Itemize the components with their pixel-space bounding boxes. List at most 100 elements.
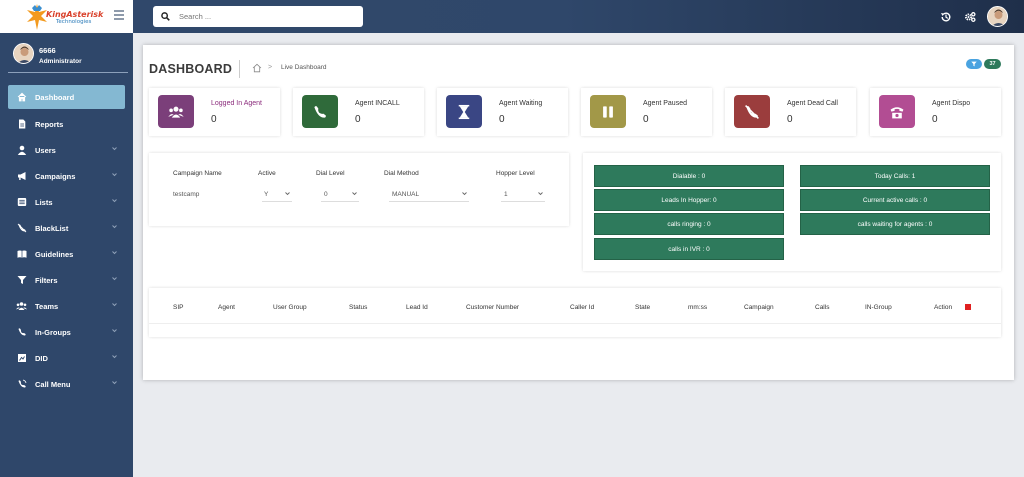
stat-calls-ringing: calls ringing : 0 — [594, 213, 784, 235]
column-header: Action — [934, 304, 953, 311]
sidebar-item-dashboard[interactable]: Dashboard — [8, 85, 125, 109]
sidebar-item-blacklist[interactable]: BlackList — [8, 215, 125, 241]
brand-name: KingAsterisk — [46, 10, 104, 19]
card-value: 0 — [787, 114, 793, 125]
dial-method-select[interactable]: MANUAL — [389, 187, 469, 202]
campaign-table: Campaign Name Active Dial Level Dial Met… — [149, 153, 569, 226]
chevron-down-icon — [112, 147, 117, 151]
home-icon[interactable] — [252, 63, 262, 73]
chevron-down-icon — [285, 192, 290, 196]
dial-level-select[interactable]: 0 — [321, 187, 359, 202]
chevron-down-icon — [352, 192, 357, 196]
column-header: Active — [258, 170, 276, 177]
stat-calls-waiting: calls waiting for agents : 0 — [800, 213, 990, 235]
column-header: Lead Id — [406, 304, 428, 311]
sidebar-item-label: Reports — [35, 119, 64, 129]
divider — [149, 323, 1001, 324]
main-panel: DASHBOARD > Live Dashboard 37 Logged In … — [143, 45, 1014, 380]
card-agent-incall[interactable]: Agent INCALL 0 — [293, 88, 424, 136]
stat-today-calls: Today Calls: 1 — [800, 165, 990, 187]
search-input[interactable] — [179, 9, 359, 24]
sidebar-item-label: Filters — [35, 275, 58, 285]
sidebar-item-filters[interactable]: Filters — [8, 267, 125, 293]
live-calls-table: SIP Agent User Group Status Lead Id Cust… — [149, 288, 1001, 337]
card-agent-waiting[interactable]: Agent Waiting 0 — [437, 88, 568, 136]
avatar — [13, 43, 34, 64]
card-agent-dead-call[interactable]: Agent Dead Call 0 — [725, 88, 856, 136]
settings-cogs-icon[interactable] — [964, 11, 976, 23]
sidebar-item-label: Campaigns — [35, 171, 76, 181]
phone-icon — [302, 95, 338, 128]
sidebar-item-campaigns[interactable]: Campaigns — [8, 163, 125, 189]
card-label: Agent Waiting — [499, 100, 543, 107]
chevron-down-icon — [112, 277, 117, 281]
chevron-down-icon — [112, 303, 117, 307]
bullhorn-icon — [16, 171, 27, 182]
column-header: Agent — [218, 304, 235, 311]
sidebar-item-lists[interactable]: Lists — [8, 189, 125, 215]
chevron-down-icon — [112, 199, 117, 203]
filter-icon — [971, 61, 977, 67]
telephone-icon — [879, 95, 915, 128]
card-agent-paused[interactable]: Agent Paused 0 — [581, 88, 712, 136]
hopper-level-select[interactable]: 1 — [501, 187, 545, 202]
logo[interactable]: KingAsterisk Technologies — [0, 0, 133, 33]
sidebar-item-label: Users — [35, 145, 56, 155]
card-label: Agent INCALL — [355, 100, 400, 107]
history-icon[interactable] — [940, 11, 952, 23]
sidebar-item-guidelines[interactable]: Guidelines — [8, 241, 125, 267]
column-header: Customer Number — [466, 304, 520, 311]
sidebar-item-did[interactable]: DID — [8, 345, 125, 371]
call-menu-icon — [16, 379, 27, 390]
profile-avatar[interactable] — [987, 6, 1008, 27]
filter-count-badge[interactable]: 37 — [984, 59, 1001, 69]
chevron-down-icon — [112, 355, 117, 359]
phone-icon — [16, 327, 27, 338]
column-header: Campaign — [744, 304, 774, 311]
sidebar-item-label: Call Menu — [35, 379, 71, 389]
chevron-down-icon — [462, 192, 467, 196]
chevron-down-icon — [538, 192, 543, 196]
sidebar-item-label: BlackList — [35, 223, 69, 233]
search-box — [153, 6, 363, 27]
list-icon — [16, 197, 27, 208]
user-icon — [16, 145, 27, 156]
sidebar-item-in-groups[interactable]: In-Groups — [8, 319, 125, 345]
card-value: 0 — [643, 114, 649, 125]
stat-calls-in-ivr: calls in IVR : 0 — [594, 238, 784, 260]
menu-toggle-icon[interactable] — [114, 10, 124, 20]
sidebar-item-label: Teams — [35, 301, 59, 311]
sidebar: 6666 Administrator Dashboard Reports Use… — [0, 33, 133, 477]
pause-icon — [590, 95, 626, 128]
chevron-down-icon — [112, 329, 117, 333]
dial-method-value: MANUAL — [392, 190, 420, 198]
card-agent-dispo[interactable]: Agent Dispo 0 — [870, 88, 1001, 136]
card-label: Agent Dispo — [932, 100, 971, 107]
filter-button[interactable] — [966, 59, 982, 69]
sidebar-item-users[interactable]: Users — [8, 137, 125, 163]
card-logged-in-agent[interactable]: Logged In Agent 0 — [149, 88, 280, 136]
hourglass-icon — [446, 95, 482, 128]
title-divider — [239, 60, 240, 78]
card-label: Agent Paused — [643, 100, 687, 107]
sidebar-item-label: Guidelines — [35, 249, 74, 259]
action-indicator[interactable] — [965, 304, 971, 310]
column-header: State — [635, 304, 651, 311]
users-icon — [158, 95, 194, 128]
column-header: mm:ss — [688, 304, 708, 311]
did-icon — [16, 353, 27, 364]
user-panel: 6666 Administrator — [8, 43, 128, 73]
stat-dialable: Dialable : 0 — [594, 165, 784, 187]
home-icon — [16, 92, 27, 103]
active-select[interactable]: Y — [262, 187, 292, 202]
chevron-down-icon — [112, 225, 117, 229]
sidebar-item-teams[interactable]: Teams — [8, 293, 125, 319]
column-header: User Group — [273, 304, 307, 311]
filter-icon — [16, 275, 27, 286]
brand-tagline: Technologies — [56, 19, 92, 25]
sidebar-item-call-menu[interactable]: Call Menu — [8, 371, 125, 397]
sidebar-item-reports[interactable]: Reports — [8, 111, 125, 137]
stat-current-active-calls: Current active calls : 0 — [800, 189, 990, 211]
column-header: SIP — [173, 304, 184, 311]
breadcrumb: Live Dashboard — [281, 64, 327, 71]
